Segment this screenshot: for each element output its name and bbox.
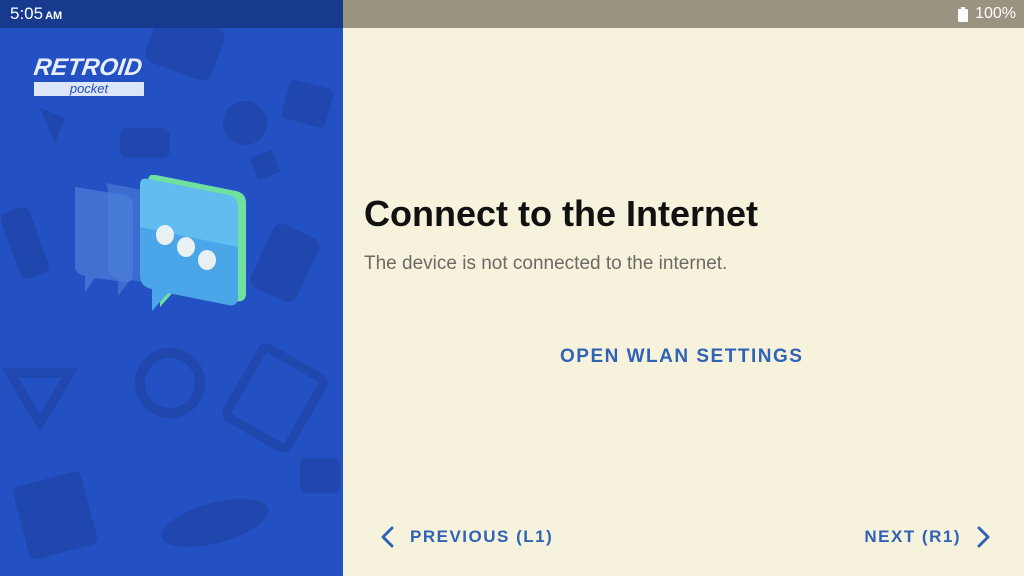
chat-bubble-icon: [75, 175, 246, 311]
retroid-logo: RETROID pocket: [32, 54, 146, 97]
status-bar-left: 5:05 AM: [0, 0, 343, 28]
next-label: NEXT (R1): [864, 527, 961, 546]
open-wlan-settings-button[interactable]: OPEN WLAN SETTINGS: [560, 343, 803, 371]
clock: 5:05 AM: [10, 5, 62, 25]
page-title: Connect to the Internet: [364, 193, 758, 234]
clock-ampm: AM: [45, 10, 63, 22]
next-button[interactable]: NEXT (R1): [864, 523, 991, 551]
battery-icon: [958, 6, 969, 22]
logo-wordmark: RETROID: [32, 54, 144, 81]
clock-time: 5:05: [10, 4, 44, 23]
previous-button[interactable]: PREVIOUS (L1): [380, 523, 553, 551]
previous-label: PREVIOUS (L1): [410, 527, 554, 546]
page-subtitle: The device is not connected to the inter…: [364, 253, 728, 274]
illustration-panel: RETROID pocket: [0, 0, 343, 576]
battery-percent: 100%: [975, 5, 1016, 22]
status-bar-right: 100%: [343, 0, 1024, 28]
logo-subtitle: pocket: [34, 82, 144, 96]
battery-indicator: 100%: [958, 5, 1016, 23]
chevron-left-icon: [381, 526, 394, 548]
chevron-right-icon: [977, 526, 990, 548]
